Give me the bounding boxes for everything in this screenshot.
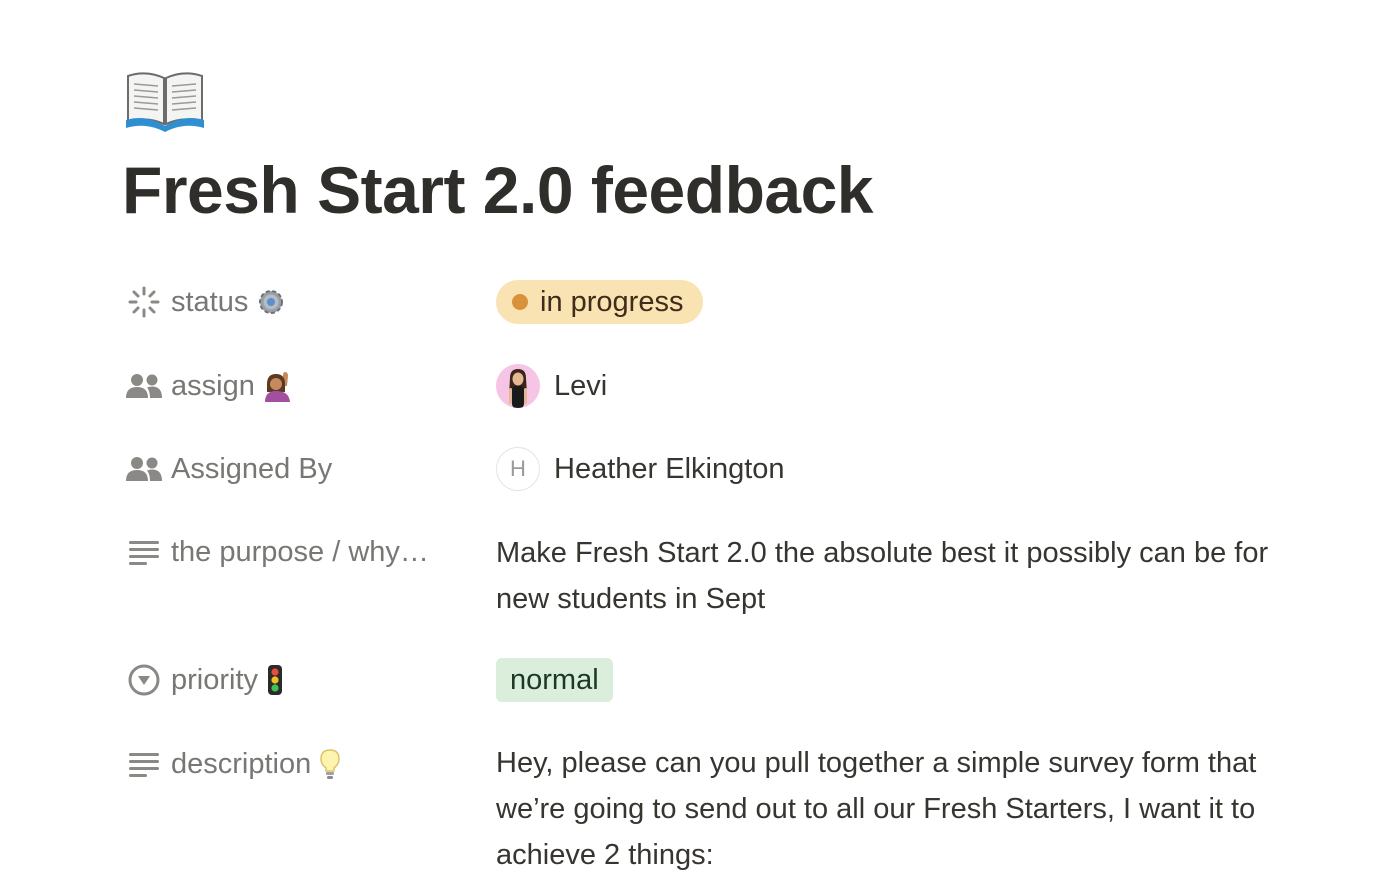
property-label-assigned-by[interactable]: Assigned By	[124, 447, 464, 491]
property-label-text: Assigned By	[171, 452, 333, 485]
select-circle-icon	[124, 660, 164, 700]
people-icon	[124, 449, 164, 489]
property-value-description[interactable]: Hey, please can you pull together a simp…	[496, 740, 1276, 878]
avatar: H	[496, 447, 540, 491]
priority-pill[interactable]: normal	[496, 658, 613, 702]
traffic-light-emoji-icon	[266, 664, 284, 696]
property-label-assign[interactable]: assign	[124, 364, 464, 408]
light-bulb-emoji-icon	[319, 748, 341, 780]
gear-emoji-icon	[256, 287, 286, 317]
status-pill-label: in progress	[540, 285, 684, 318]
page-icon-open-book[interactable]	[124, 62, 206, 132]
person-chip[interactable]: H Heather Elkington	[496, 447, 785, 491]
property-value-purpose[interactable]: Make Fresh Start 2.0 the absolute best i…	[496, 530, 1276, 622]
property-label-text: status	[171, 285, 249, 318]
open-book-icon	[126, 72, 204, 132]
avatar	[496, 364, 540, 408]
person-raising-hand-emoji-icon	[263, 370, 293, 402]
property-label-priority[interactable]: priority	[124, 658, 464, 702]
property-value-status[interactable]: in progress	[496, 280, 704, 324]
status-pill[interactable]: in progress	[496, 280, 704, 324]
person-name: Levi	[554, 369, 608, 402]
property-value-priority[interactable]: normal	[496, 658, 613, 702]
person-chip[interactable]: Levi	[496, 364, 607, 408]
page-title[interactable]: Fresh Start 2.0 feedback	[122, 150, 874, 230]
property-value-assigned-by[interactable]: H Heather Elkington	[496, 447, 785, 491]
property-value-assign[interactable]: Levi	[496, 364, 607, 408]
property-label-text: the purpose / why…	[171, 535, 429, 568]
property-label-text: description	[171, 747, 312, 780]
person-name: Heather Elkington	[554, 452, 785, 485]
status-dot	[512, 294, 528, 310]
property-label-text: assign	[171, 369, 255, 402]
text-lines-icon	[124, 744, 164, 784]
text-lines-icon	[124, 532, 164, 572]
property-label-description[interactable]: description	[124, 742, 464, 786]
property-label-status[interactable]: status	[124, 280, 464, 324]
property-label-text: priority	[171, 663, 259, 696]
status-spinner-icon	[124, 282, 164, 322]
property-label-purpose[interactable]: the purpose / why…	[124, 530, 464, 574]
people-icon	[124, 366, 164, 406]
